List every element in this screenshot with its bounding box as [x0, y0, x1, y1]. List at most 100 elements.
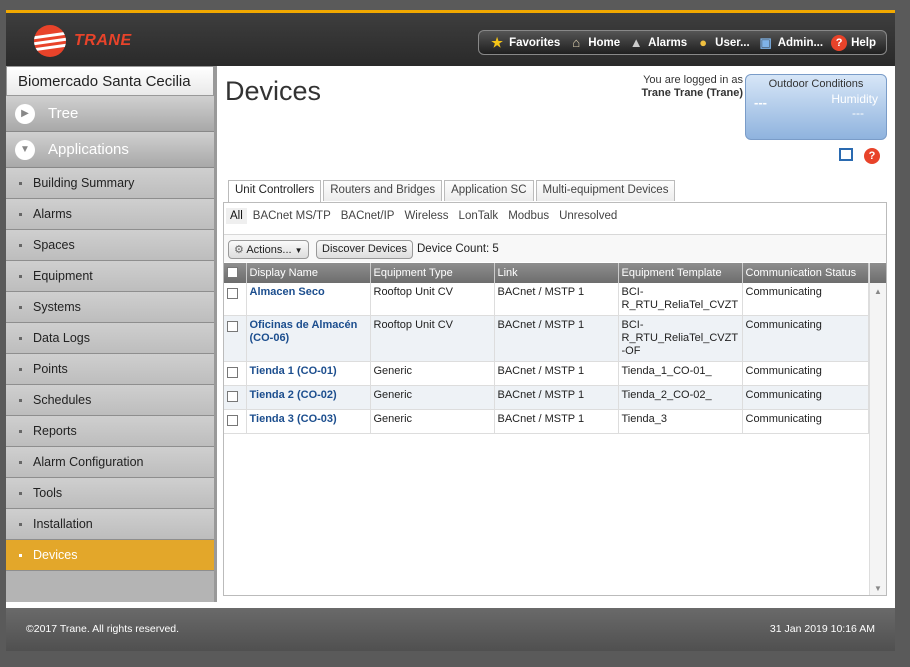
filter-bacnet-ip[interactable]: BACnet/IP [337, 208, 399, 224]
scrollbar-header [870, 263, 886, 283]
nav-installation[interactable]: Installation [6, 509, 214, 540]
row-checkbox[interactable] [227, 288, 238, 299]
col-communication-status[interactable]: Communication Status [742, 263, 869, 283]
app-footer: ©2017 Trane. All rights reserved. 31 Jan… [6, 608, 895, 651]
actions-label: Actions... [246, 244, 292, 256]
bell-icon: ▲ [629, 35, 643, 50]
status-cell: Communicating [742, 315, 869, 362]
table-scrollbar[interactable]: ▲ ▼ [869, 263, 886, 595]
admin-label: Admin... [777, 36, 824, 49]
nav-spaces[interactable]: Spaces [6, 230, 214, 261]
nav-label: Reports [33, 424, 77, 438]
nav-schedules[interactable]: Schedules [6, 385, 214, 416]
sidebar: Biomercado Santa Cecilia ▶ Tree ▼ Applicat… [6, 66, 214, 602]
nav-data-logs[interactable]: Data Logs [6, 323, 214, 354]
tab-multi-equipment-devices[interactable]: Multi-equipment Devices [535, 180, 676, 201]
top-nav: ★ Favorites ⌂ Home ▲ Alarms ● User... ▣ Admin… [478, 30, 887, 55]
select-all-checkbox[interactable] [227, 267, 238, 278]
nav-points[interactable]: Points [6, 354, 214, 385]
row-checkbox[interactable] [227, 367, 238, 378]
table-row[interactable]: Oficinas de Almacén (CO-06) Rooftop Unit… [224, 315, 869, 362]
device-link[interactable]: Oficinas de Almacén (CO-06) [250, 319, 358, 344]
template-cell: Tienda_2_CO-02_ [618, 385, 743, 410]
copyright: ©2017 Trane. All rights reserved. [26, 623, 180, 635]
tree-accordion[interactable]: ▶ Tree [6, 96, 214, 132]
row-checkbox[interactable] [227, 415, 238, 426]
user-menu[interactable]: ● User... [695, 35, 749, 51]
filter-wireless[interactable]: Wireless [400, 208, 452, 224]
filter-all[interactable]: All [226, 208, 247, 224]
login-text: You are logged in as [643, 74, 743, 86]
col-equipment-type[interactable]: Equipment Type [370, 263, 495, 283]
table-row[interactable]: Tienda 1 (CO-01) Generic BACnet / MSTP 1… [224, 361, 869, 386]
device-link[interactable]: Tienda 1 (CO-01) [250, 365, 337, 377]
nav-alarms[interactable]: Alarms [6, 199, 214, 230]
favorites-label: Favorites [509, 36, 561, 49]
tab-routers-and-bridges[interactable]: Routers and Bridges [323, 180, 443, 201]
login-user: Trane Trane (Trane) [641, 87, 743, 99]
table-row[interactable]: Tienda 3 (CO-03) Generic BACnet / MSTP 1… [224, 409, 869, 434]
nav-building-summary[interactable]: Building Summary [6, 168, 214, 199]
table-row[interactable]: Almacen Seco Rooftop Unit CV BACnet / MS… [224, 283, 869, 316]
expand-down-icon: ▼ [15, 139, 35, 160]
scroll-down-icon[interactable]: ▼ [870, 584, 886, 593]
help-icon[interactable]: ? [864, 148, 880, 164]
monitor-icon: ▣ [759, 34, 772, 50]
device-link[interactable]: Almacen Seco [250, 286, 325, 298]
col-display-name[interactable]: Display Name [246, 263, 371, 283]
site-name: Biomercado Santa Cecilia [6, 66, 214, 96]
protocol-filter: All BACnet MS/TP BACnet/IP Wireless LonT… [226, 208, 623, 224]
trane-logo[interactable]: TRANE [34, 25, 132, 57]
tree-label: Tree [48, 105, 79, 122]
nav-tools[interactable]: Tools [6, 478, 214, 509]
help-menu[interactable]: ? Help [831, 34, 876, 51]
nav-reports[interactable]: Reports [6, 416, 214, 447]
row-select-cell [224, 283, 247, 316]
footer-datetime: 31 Jan 2019 10:16 AM [769, 623, 875, 635]
filter-modbus[interactable]: Modbus [504, 208, 553, 224]
tab-unit-controllers[interactable]: Unit Controllers [228, 180, 322, 203]
nav-devices[interactable]: Devices [6, 540, 214, 571]
display-name-cell: Oficinas de Almacén (CO-06) [246, 315, 371, 362]
display-name-cell: Tienda 1 (CO-01) [246, 361, 371, 386]
actions-button[interactable]: ⚙ Actions... ▼ [228, 240, 309, 259]
nav-systems[interactable]: Systems [6, 292, 214, 323]
discover-devices-button[interactable]: Discover Devices [316, 240, 413, 259]
filter-bacnet-mstp[interactable]: BACnet MS/TP [249, 208, 335, 224]
display-name-cell: Almacen Seco [246, 283, 371, 316]
outdoor-temperature: --- [754, 95, 767, 110]
row-checkbox[interactable] [227, 321, 238, 332]
device-link[interactable]: Tienda 3 (CO-03) [250, 413, 337, 425]
col-equipment-template[interactable]: Equipment Template [618, 263, 743, 283]
filter-lontalk[interactable]: LonTalk [455, 208, 503, 224]
filter-unresolved[interactable]: Unresolved [555, 208, 621, 224]
scroll-up-icon[interactable]: ▲ [870, 287, 886, 296]
nav-equipment[interactable]: Equipment [6, 261, 214, 292]
link-cell: BACnet / MSTP 1 [494, 283, 619, 316]
device-link[interactable]: Tienda 2 (CO-02) [250, 389, 337, 401]
nav-label: Alarms [33, 207, 72, 221]
bullet-icon [19, 398, 22, 402]
nav-alarm-configuration[interactable]: Alarm Configuration [6, 447, 214, 478]
admin-menu[interactable]: ▣ Admin... [758, 34, 824, 51]
nav-label: Points [33, 362, 68, 376]
alarms-menu[interactable]: ▲ Alarms [628, 35, 687, 51]
tab-application-sc[interactable]: Application SC [444, 180, 534, 201]
table-row[interactable]: Tienda 2 (CO-02) Generic BACnet / MSTP 1… [224, 385, 869, 410]
row-checkbox[interactable] [227, 391, 238, 402]
col-link[interactable]: Link [494, 263, 619, 283]
login-info: You are logged in as Trane Trane (Trane) [597, 74, 743, 100]
applications-accordion[interactable]: ▼ Applications [6, 132, 214, 168]
nav-label: Equipment [33, 269, 93, 283]
link-cell: BACnet / MSTP 1 [494, 361, 619, 386]
nav-label: Installation [33, 517, 93, 531]
outdoor-conditions-widget[interactable]: Outdoor Conditions --- Humidity --- [745, 74, 887, 140]
fullscreen-icon[interactable] [839, 148, 853, 161]
bullet-icon [19, 429, 22, 433]
display-name-cell: Tienda 2 (CO-02) [246, 385, 371, 410]
link-cell: BACnet / MSTP 1 [494, 315, 619, 362]
equipment-type-cell: Generic [370, 385, 495, 410]
home-menu[interactable]: ⌂ Home [568, 35, 620, 51]
status-cell: Communicating [742, 409, 869, 434]
favorites-menu[interactable]: ★ Favorites [489, 35, 560, 51]
